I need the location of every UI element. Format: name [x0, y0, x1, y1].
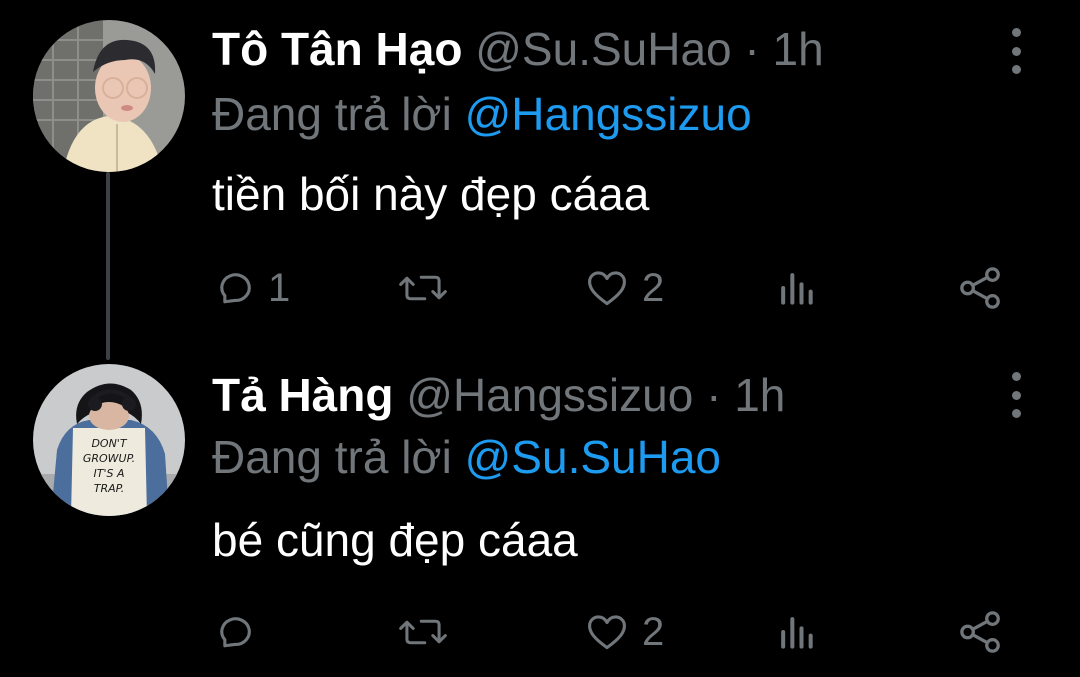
share-button[interactable]	[958, 604, 1004, 660]
tweet-actions: 2	[0, 604, 1080, 660]
avatar-shirt-text: TRAP.	[94, 482, 125, 495]
handle[interactable]: @Hangssizuo	[406, 369, 693, 421]
separator-dot: ·	[744, 23, 760, 75]
replying-to-label: Đang trả lời	[212, 88, 452, 140]
reply-icon	[220, 273, 251, 304]
tweet-header: Tả Hàng @Hangssizuo · 1h	[212, 367, 785, 423]
retweet-icon	[399, 619, 447, 645]
handle[interactable]: @Su.SuHao	[475, 23, 731, 75]
reply-button[interactable]: 1	[212, 260, 290, 316]
share-button[interactable]	[958, 260, 1004, 316]
share-icon	[960, 611, 1000, 653]
avatar[interactable]: DON'T GROWUP. IT'S A TRAP.	[33, 364, 185, 516]
timestamp[interactable]: 1h	[734, 369, 785, 421]
avatar-shirt-text: IT'S A	[94, 467, 125, 480]
display-name[interactable]: Tả Hàng	[212, 369, 393, 421]
like-button[interactable]: 2	[584, 260, 664, 316]
replying-to-label: Đang trả lời	[212, 431, 452, 483]
views-icon	[781, 617, 813, 649]
tweet-text: bé cũng đẹp cáaa	[212, 514, 578, 566]
retweet-button[interactable]	[398, 604, 460, 660]
like-count: 2	[642, 609, 665, 654]
views-button[interactable]	[774, 604, 818, 660]
tweet-text: tiền bối này đẹp cáaa	[212, 168, 650, 220]
tweet[interactable]: Tô Tân Hạo @Su.SuHao · 1h Đang trả lời @…	[0, 0, 1080, 340]
like-count: 2	[642, 265, 665, 310]
share-icon	[960, 267, 1000, 309]
retweet-icon	[399, 275, 447, 301]
avatar[interactable]	[33, 20, 185, 172]
heart-icon	[588, 615, 626, 650]
like-button[interactable]: 2	[584, 604, 664, 660]
more-vertical-icon[interactable]	[1003, 28, 1029, 74]
tweet-actions: 1 2	[0, 260, 1080, 316]
separator-dot: ·	[706, 369, 722, 421]
reply-count: 1	[268, 265, 291, 310]
retweet-button[interactable]	[398, 260, 460, 316]
replying-to: Đang trả lời @Hangssizuo	[212, 86, 752, 142]
replying-to-handle-link[interactable]: @Hangssizuo	[465, 88, 752, 140]
views-icon	[781, 273, 813, 305]
more-vertical-icon[interactable]	[1003, 372, 1029, 418]
heart-icon	[588, 271, 626, 306]
timestamp[interactable]: 1h	[773, 23, 824, 75]
views-button[interactable]	[774, 260, 818, 316]
avatar-shirt-text: DON'T	[91, 437, 127, 450]
avatar-shirt-text: GROWUP.	[83, 452, 135, 465]
replying-to-handle-link[interactable]: @Su.SuHao	[465, 431, 721, 483]
replying-to: Đang trả lời @Su.SuHao	[212, 429, 721, 485]
reply-button[interactable]	[212, 604, 268, 660]
tweet-header: Tô Tân Hạo @Su.SuHao · 1h	[212, 21, 824, 77]
display-name[interactable]: Tô Tân Hạo	[212, 23, 462, 75]
reply-icon	[220, 617, 251, 648]
tweet[interactable]: DON'T GROWUP. IT'S A TRAP. Tả Hàng @Hang…	[0, 340, 1080, 677]
